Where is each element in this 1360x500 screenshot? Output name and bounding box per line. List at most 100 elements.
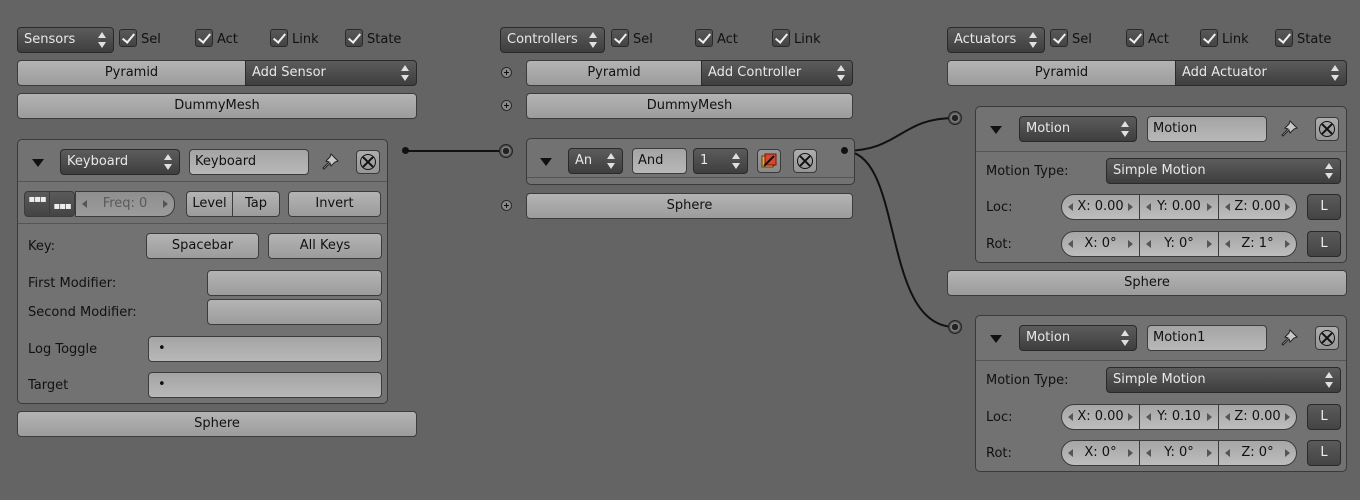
sensors-link-checkbox[interactable]: Link: [270, 29, 319, 51]
controllers-object-dummymesh[interactable]: DummyMesh: [526, 93, 853, 119]
target-field[interactable]: •: [148, 372, 382, 398]
remove-actuator-1-button[interactable]: [1315, 117, 1339, 141]
sensors-act-checkbox[interactable]: Act: [195, 29, 238, 51]
actuators-object-pyramid[interactable]: Pyramid: [947, 60, 1176, 86]
first-modifier-button[interactable]: [207, 270, 382, 296]
controller-name-field[interactable]: And: [632, 148, 687, 174]
check-icon: [772, 29, 790, 47]
updown-icon: [1325, 163, 1334, 179]
tap-button[interactable]: Tap: [232, 191, 280, 217]
actuator-2-name-field[interactable]: Motion1: [1147, 325, 1267, 351]
loc-x-field[interactable]: X: 0.00: [1061, 194, 1140, 220]
controller-type-menu[interactable]: An: [568, 148, 623, 174]
motion-actuator-panel-1: Motion Motion Motion Type: Simple Motion…: [975, 106, 1347, 263]
updown-icon: [1325, 372, 1334, 388]
loc-z-field[interactable]: Z: 0.00: [1218, 404, 1297, 430]
add-state-plus-icon[interactable]: [501, 100, 512, 111]
controllers-link-checkbox[interactable]: Link: [772, 29, 821, 51]
controller-output-socket[interactable]: [841, 147, 848, 154]
sensors-object-sphere[interactable]: Sphere: [17, 411, 417, 437]
remove-controller-button[interactable]: [793, 149, 817, 173]
sensors-state-checkbox[interactable]: State: [345, 29, 401, 51]
sensors-menu[interactable]: Sensors: [17, 27, 114, 53]
add-state-plus-icon[interactable]: [501, 67, 512, 78]
key-button[interactable]: Spacebar: [146, 233, 259, 259]
rot-z-field[interactable]: Z: 1°: [1218, 231, 1297, 257]
pin-icon[interactable]: [1278, 327, 1300, 349]
actuators-act-checkbox[interactable]: Act: [1126, 29, 1169, 51]
pin-icon[interactable]: [1278, 118, 1300, 140]
level-button[interactable]: Level: [186, 191, 233, 217]
rot-x-field[interactable]: X: 0°: [1061, 440, 1140, 466]
actuator-1-type-menu[interactable]: Motion: [1019, 116, 1137, 142]
loc-local-toggle[interactable]: L: [1307, 404, 1341, 430]
second-modifier-button[interactable]: [207, 299, 382, 325]
actuator-1-name-field[interactable]: Motion: [1147, 116, 1267, 142]
rot-local-toggle[interactable]: L: [1307, 440, 1341, 466]
loc-z-field[interactable]: Z: 0.00: [1218, 194, 1297, 220]
controllers-object-pyramid[interactable]: Pyramid: [526, 60, 702, 86]
rot-label: Rot:: [986, 446, 1012, 461]
check-icon: [611, 29, 629, 47]
all-keys-button[interactable]: All Keys: [268, 233, 382, 259]
rot-z-field[interactable]: Z: 0°: [1218, 440, 1297, 466]
sensors-sel-checkbox[interactable]: Sel: [119, 29, 161, 51]
controller-input-socket[interactable]: [499, 144, 513, 158]
rot-x-field[interactable]: X: 0°: [1061, 231, 1140, 257]
actuator-1-input-socket[interactable]: [948, 111, 962, 125]
sensor-name-field[interactable]: Keyboard: [189, 149, 309, 175]
controllers-sel-checkbox[interactable]: Sel: [611, 29, 653, 51]
motion-type-label: Motion Type:: [986, 164, 1069, 179]
actuator-2-type-menu[interactable]: Motion: [1019, 325, 1137, 351]
rot-y-field[interactable]: Y: 0°: [1139, 231, 1219, 257]
actuator-2-motion-type-menu[interactable]: Simple Motion: [1106, 367, 1341, 393]
check-icon: [345, 29, 363, 47]
sensors-object-pyramid[interactable]: Pyramid: [17, 60, 246, 86]
add-state-plus-icon[interactable]: [501, 200, 512, 211]
sensor-output-socket[interactable]: [402, 147, 409, 154]
actuators-sel-checkbox[interactable]: Sel: [1050, 29, 1092, 51]
rot-label: Rot:: [986, 237, 1012, 252]
actuator-1-motion-type-menu[interactable]: Simple Motion: [1106, 158, 1341, 184]
loc-x-field[interactable]: X: 0.00: [1061, 404, 1140, 430]
controllers-act-checkbox[interactable]: Act: [695, 29, 738, 51]
remove-actuator-2-button[interactable]: [1315, 326, 1339, 350]
log-toggle-field[interactable]: •: [148, 336, 382, 362]
actuators-state-checkbox[interactable]: State: [1275, 29, 1331, 51]
collapse-triangle-icon[interactable]: [540, 158, 552, 166]
rot-y-field[interactable]: Y: 0°: [1139, 440, 1219, 466]
actuators-link-checkbox[interactable]: Link: [1200, 29, 1249, 51]
add-actuator-menu[interactable]: Add Actuator: [1175, 60, 1347, 86]
collapse-triangle-icon[interactable]: [990, 335, 1002, 343]
sensor-type-menu[interactable]: Keyboard: [60, 149, 180, 175]
collapse-triangle-icon[interactable]: [32, 159, 44, 167]
loc-local-toggle[interactable]: L: [1307, 194, 1341, 220]
controllers-object-sphere[interactable]: Sphere: [526, 193, 853, 219]
actuators-menu[interactable]: Actuators: [947, 27, 1045, 53]
pulse-true-button[interactable]: ▪▪▪: [24, 191, 50, 217]
preference-icon[interactable]: [757, 149, 781, 173]
link-controller-actuator-2: [843, 150, 956, 328]
remove-sensor-button[interactable]: [356, 150, 380, 174]
updown-icon: [98, 32, 107, 48]
and-controller-panel: An And 1: [526, 138, 855, 185]
sensors-object-dummymesh[interactable]: DummyMesh: [17, 93, 417, 119]
log-toggle-label: Log Toggle: [28, 342, 98, 357]
pin-icon[interactable]: [319, 151, 341, 173]
add-sensor-menu[interactable]: Add Sensor: [245, 60, 417, 86]
loc-y-field[interactable]: Y: 0.10: [1139, 404, 1219, 430]
updown-icon: [1121, 330, 1130, 346]
second-modifier-label: Second Modifier:: [28, 305, 137, 320]
freq-field[interactable]: Freq: 0: [75, 191, 175, 217]
pulse-false-button[interactable]: ▪▪▪: [49, 191, 75, 217]
actuators-object-sphere[interactable]: Sphere: [947, 270, 1347, 296]
add-controller-menu[interactable]: Add Controller: [701, 60, 853, 86]
controller-state-menu[interactable]: 1: [693, 148, 748, 174]
loc-label: Loc:: [986, 200, 1013, 215]
collapse-triangle-icon[interactable]: [990, 126, 1002, 134]
invert-button[interactable]: Invert: [288, 191, 381, 217]
rot-local-toggle[interactable]: L: [1307, 231, 1341, 257]
loc-y-field[interactable]: Y: 0.00: [1139, 194, 1219, 220]
controllers-menu[interactable]: Controllers: [500, 27, 605, 53]
actuator-2-input-socket[interactable]: [948, 320, 962, 334]
